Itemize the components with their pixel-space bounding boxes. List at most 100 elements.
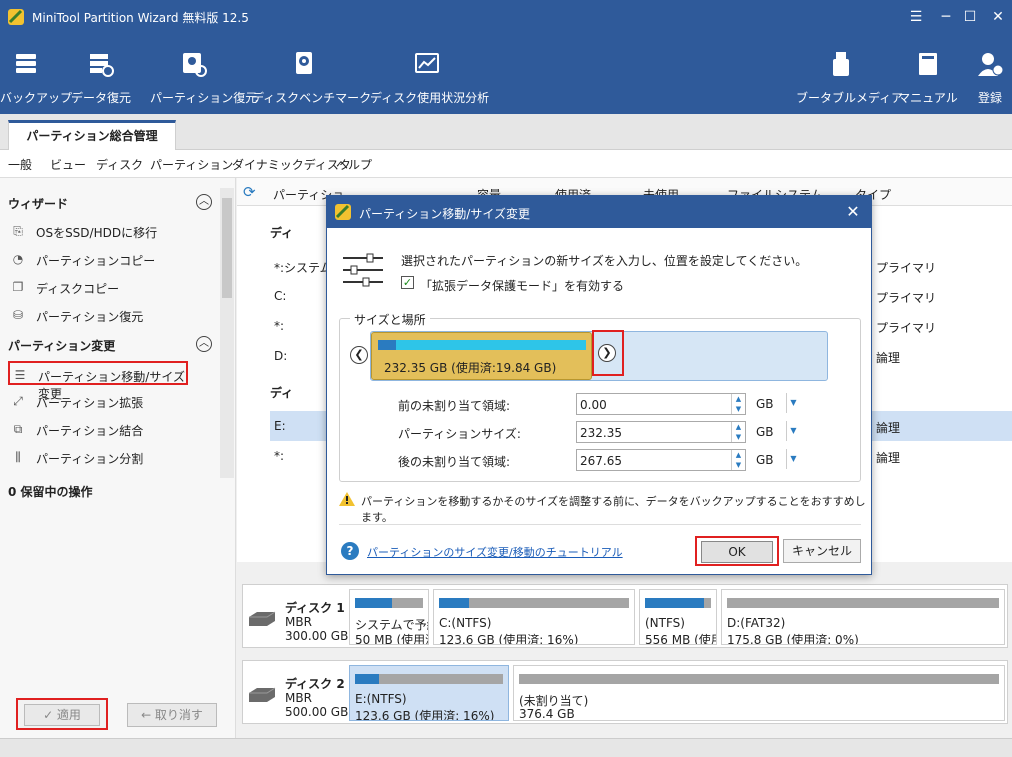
cell-type: プライマリ [876,261,937,275]
hard-disk-icon [249,611,276,626]
menu-help[interactable]: ヘルプ [336,156,372,173]
partition-block[interactable]: (未割り当て) 376.4 GB [513,665,1005,721]
partition-recovery-icon [183,53,207,77]
resize-handle-highlight: ❯ [592,330,624,376]
sidebar-item-partition-recovery[interactable]: ⛁ パーティション復元 [8,303,188,327]
partition-drag-block[interactable]: 232.35 GB (使用済:19.84 GB) [371,332,592,380]
data-protection-label[interactable]: 「拡張データ保護モード」を有効する [420,277,624,294]
apply-button-highlight: ✓ 適用 [16,698,108,730]
partition-block[interactable]: システムで予約 50 MB (使用済 [349,589,429,645]
menu-disk[interactable]: ディスク [96,156,143,173]
disk-name: ディスク 2 [285,677,345,691]
scroll-thumb[interactable] [222,198,232,298]
disk-2-map[interactable]: ディスク 2 MBR 500.00 GB E:(NTFS) 123.6 GB (… [242,660,1008,724]
unit-label: GB [756,397,774,411]
input-value: 232.35 [580,426,622,440]
collapse-icon[interactable]: ︿ [196,336,212,352]
disk-benchmark-icon [296,52,312,74]
manual-icon [919,53,937,75]
refresh-icon[interactable]: ⟳ [243,183,256,201]
toolbar-label: ディスク使用状況分析 [370,91,490,105]
partition-detail: 376.4 GB [519,707,575,721]
partition-recovery-icon: ⛁ [12,308,24,322]
partition-block[interactable]: C:(NTFS) 123.6 GB (使用済: 16%) [433,589,635,645]
unit-dropdown-icon[interactable]: ▼ [786,393,800,413]
toolbar-bootable-media-button[interactable]: ブータブルメディア [796,34,903,114]
disk-1-map[interactable]: ディスク 1 MBR 300.00 GB システムで予約 50 MB (使用済 … [242,584,1008,648]
unallocated-before-input[interactable]: 0.00 ▲ ▼ [576,393,746,415]
close-button[interactable]: ✕ [986,6,1010,28]
move-left-icon[interactable]: ❮ [350,346,368,364]
toolbar-manual-button[interactable]: マニュアル [898,34,958,114]
menu-bar: 一般 ビュー ディスク パーティション ダイナミックディスク ヘルプ [0,150,1012,178]
toolbar-space-analyzer-button[interactable]: ディスク使用状況分析 [370,34,490,114]
move-resize-dialog: パーティション移動/サイズ変更 ✕ 選択されたパーティションの新サイズを入力し、… [326,195,872,575]
spinner-icon[interactable]: ▲ ▼ [731,450,745,470]
sidebar-item-extend[interactable]: ⤢ パーティション拡張 [8,389,188,413]
toolbar-partition-recovery-button[interactable]: パーティション復元 [150,34,258,114]
sidebar-item-copy-partition[interactable]: ◔ パーティションコピー [8,247,188,271]
partition-detail: 123.6 GB (使用済: 16%) [355,709,495,721]
input-value: 0.00 [580,398,607,412]
partition-size-input[interactable]: 232.35 ▲ ▼ [576,421,746,443]
maximize-button[interactable]: ☐ [958,6,982,28]
collapse-icon[interactable]: ︿ [196,194,212,210]
unit-dropdown-icon[interactable]: ▼ [786,449,800,469]
sidebar-item-copy-disk[interactable]: ❐ ディスクコピー [8,275,188,299]
unit-label: GB [756,453,774,467]
menu-icon[interactable]: ☰ [904,6,928,28]
unit-dropdown-icon[interactable]: ▼ [786,421,800,441]
space-analyzer-icon [415,53,439,73]
data-recovery-icon [90,54,114,77]
sidebar-scrollbar[interactable] [220,188,234,478]
partition-usage-bar [378,340,586,350]
toolbar-label: パーティション復元 [150,91,258,105]
undo-button[interactable]: ← 取り消す [127,703,217,727]
partition-block[interactable]: D:(FAT32) 175.8 GB (使用済: 0%) [721,589,1005,645]
disk-type: MBR [285,615,312,629]
resize-right-icon[interactable]: ❯ [598,344,616,362]
partition-label: D:(FAT32) [727,616,786,630]
tab-partition-management[interactable]: パーティション総合管理 [8,120,176,151]
cell-partition: *: [274,449,285,463]
minimize-button[interactable]: ─ [934,6,958,28]
partition-detail: 50 MB (使用済 [355,633,429,645]
warning-icon [339,492,355,506]
toolbar-backup-button[interactable]: バックアップ [0,34,72,114]
ok-button[interactable]: OK [701,541,773,563]
split-partition-icon: ⫼ [15,450,21,464]
menu-view[interactable]: ビュー [50,156,86,173]
unallocated-after-input[interactable]: 267.65 ▲ ▼ [576,449,746,471]
disk-group-1[interactable]: ディ [270,224,293,241]
toolbar-label: 登録 [977,91,1002,105]
menu-partition[interactable]: パーティション [150,156,233,173]
menu-dynamic-disk[interactable]: ダイナミックディスク [232,156,351,173]
spinner-icon[interactable]: ▲ ▼ [731,422,745,442]
usage-bar [519,674,999,684]
partition-block-selected[interactable]: E:(NTFS) 123.6 GB (使用済: 16%) [349,665,509,721]
help-icon[interactable]: ? [341,542,359,560]
usage-bar [645,598,711,608]
warning-text: パーティションを移動するかそのサイズを調整する前に、データをバックアップすること… [361,495,866,524]
partition-block[interactable]: (NTFS) 556 MB (使用済 [639,589,717,645]
data-protection-checkbox[interactable]: ✓ [401,276,414,289]
disk-group-2[interactable]: ディ [270,384,293,401]
partition-usage-fill [378,340,396,350]
toolbar-data-recovery-button[interactable]: データ復元 [66,34,136,114]
menu-general[interactable]: 一般 [8,156,32,173]
toolbar-disk-benchmark-button[interactable]: ディスクベンチマーク [252,34,371,114]
sidebar-item-merge[interactable]: ⧉ パーティション結合 [8,417,188,441]
tutorial-link[interactable]: パーティションのサイズ変更/移動のチュートリアル [367,544,623,560]
toolbar-register-button[interactable]: 登録 [970,34,1010,114]
sidebar-item-migrate-os[interactable]: ⎘ OSをSSD/HDDに移行 [8,219,188,243]
partition-label: E:(NTFS) [355,692,407,706]
partition-track[interactable]: 232.35 GB (使用済:19.84 GB) ❯ [370,330,828,381]
sidebar-item-move-resize[interactable]: ☰ パーティション移動/サイズ変更 [8,361,188,401]
spinner-icon[interactable]: ▲ ▼ [731,394,745,414]
apply-button[interactable]: ✓ 適用 [24,704,100,726]
copy-partition-icon: ◔ [12,252,24,266]
dialog-close-icon[interactable]: ✕ [841,200,865,224]
sidebar-item-split[interactable]: ⫼ パーティション分割 [8,445,188,469]
cancel-button[interactable]: キャンセル [783,539,861,563]
wizard-section-title: ウィザード [8,197,69,211]
